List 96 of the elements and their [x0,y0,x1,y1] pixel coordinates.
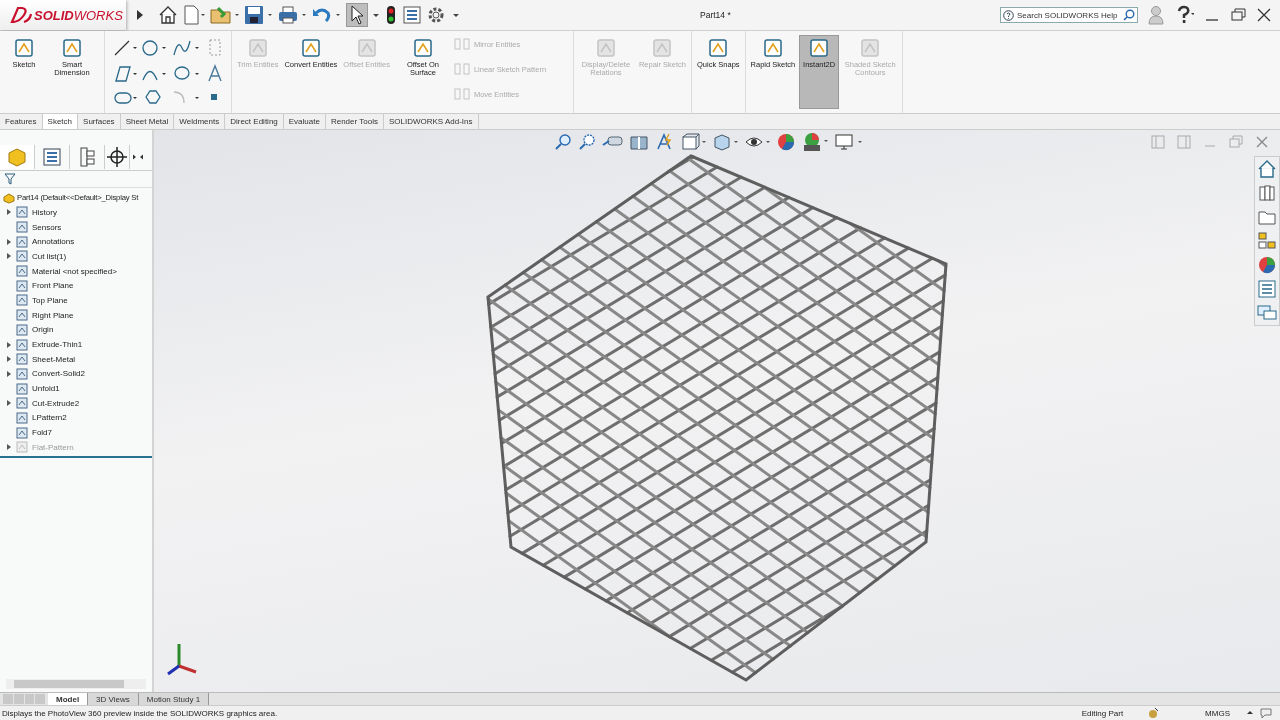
section-view-icon[interactable] [628,133,650,151]
feature-manager-tab-icon[interactable] [0,145,35,169]
part-icon [3,191,15,204]
model-tab[interactable]: 3D Views [88,693,139,705]
properties-icon[interactable] [1256,278,1278,300]
traffic-light-icon[interactable] [384,5,398,25]
feature-icon [16,294,28,307]
command-icon [61,37,83,59]
books-icon[interactable] [1256,182,1278,204]
command-icon [808,37,831,59]
flyout-arrow-icon[interactable] [136,9,144,21]
expand-arrow-icon[interactable] [6,340,12,349]
tile-left-icon[interactable] [1150,134,1166,150]
expand-arrow-icon[interactable] [6,369,12,378]
command-icon [355,37,378,59]
tree-item[interactable]: Material <not specified> [32,266,117,276]
chat-icon[interactable] [1260,707,1272,719]
select-button[interactable] [346,3,368,27]
tree-item[interactable]: Sensors [32,222,62,232]
tree-item[interactable]: Extrude-Thin1 [32,340,83,350]
help-icon [1003,9,1014,21]
tree-item[interactable]: Cut-Extrude2 [32,398,80,408]
palette-icon[interactable] [1256,230,1278,252]
tree-item[interactable]: Fold7 [32,428,52,438]
tree-item[interactable]: Right Plane [32,310,74,320]
search-field[interactable]: Search SOLIDWORKS Help [1000,7,1138,23]
expand-arrow-icon[interactable] [6,399,12,408]
tree-item[interactable]: Annotations [32,237,75,247]
command-icon [594,37,617,59]
tree-item[interactable]: Front Plane [32,281,74,291]
command-icon [246,37,269,59]
expand-arrow-icon[interactable] [6,237,12,246]
feature-icon [16,338,28,351]
pattern-icon [453,87,470,101]
scene-icon[interactable] [802,132,830,152]
window-title: Part14 * [700,10,732,20]
zoom-to-fit-icon[interactable] [554,133,574,151]
feature-icon [16,323,28,336]
scrollbar[interactable] [6,679,146,689]
expand-arrow-icon[interactable] [6,252,12,261]
home-icon[interactable] [1256,158,1278,180]
pattern-icon [453,62,470,76]
target-tab-icon[interactable] [105,145,130,169]
feature-icon [16,279,28,292]
command-icon [13,37,35,59]
model-tab[interactable]: Model [48,693,89,705]
view-orientation-icon[interactable] [680,133,708,151]
save-icon[interactable] [244,5,274,25]
feature-icon [16,235,28,248]
appearance-icon[interactable] [1256,254,1278,276]
tree-item[interactable]: Unfold1 [32,384,60,394]
search-icon[interactable] [1123,9,1135,21]
tree-item[interactable]: Sheet-Metal [32,354,76,364]
command-icon [651,37,674,59]
command-icon [707,37,730,59]
feature-icon [16,265,28,278]
tree-item[interactable]: LPattern2 [32,413,67,423]
units-selector[interactable]: MMGS [1205,708,1230,718]
expand-arrow-icon[interactable] [6,355,12,364]
feature-icon [16,206,28,219]
list-options-icon[interactable] [402,5,422,25]
feature-icon [16,309,28,322]
command-icon [859,37,882,59]
tree-item[interactable]: Convert-Solid2 [32,369,85,379]
model-tab[interactable]: Motion Study 1 [138,693,210,705]
feature-icon [16,353,28,366]
feature-icon [16,397,28,410]
feature-icon [16,426,28,439]
filter-icon[interactable] [4,173,16,185]
feature-icon [16,250,28,263]
command-tab[interactable]: Sketch [42,114,79,129]
tree-item[interactable]: Cut list(1) [32,251,67,261]
tile-right-icon[interactable] [1176,134,1192,150]
status-message: Displays the PhotoView 360 preview inside the SOLIDWORKS graphics area. [2,708,278,718]
pattern-icon [453,37,470,51]
display-style-icon[interactable] [712,133,740,151]
tree-item[interactable]: Origin [32,325,54,335]
print-icon[interactable] [278,5,308,25]
tree-item[interactable]: History [32,207,57,217]
monitor-icon[interactable] [834,133,864,151]
feature-icon [16,382,28,395]
command-icon [299,37,322,59]
home-icon[interactable] [158,5,178,25]
zoom-area-icon[interactable] [578,133,598,151]
tree-item[interactable]: Top Plane [32,295,68,305]
command-icon [761,37,784,59]
feature-icon [16,411,28,424]
feature-icon [16,221,28,234]
status-mode: Editing Part [1081,708,1124,718]
expand-arrow-icon[interactable] [6,208,12,217]
logo-icon [10,6,32,24]
command-icon [411,37,434,59]
feature-icon [16,441,28,454]
logo-text: SOLIDWORKS [34,7,123,23]
feature-icon [16,367,28,380]
pointer-icon [349,5,365,25]
